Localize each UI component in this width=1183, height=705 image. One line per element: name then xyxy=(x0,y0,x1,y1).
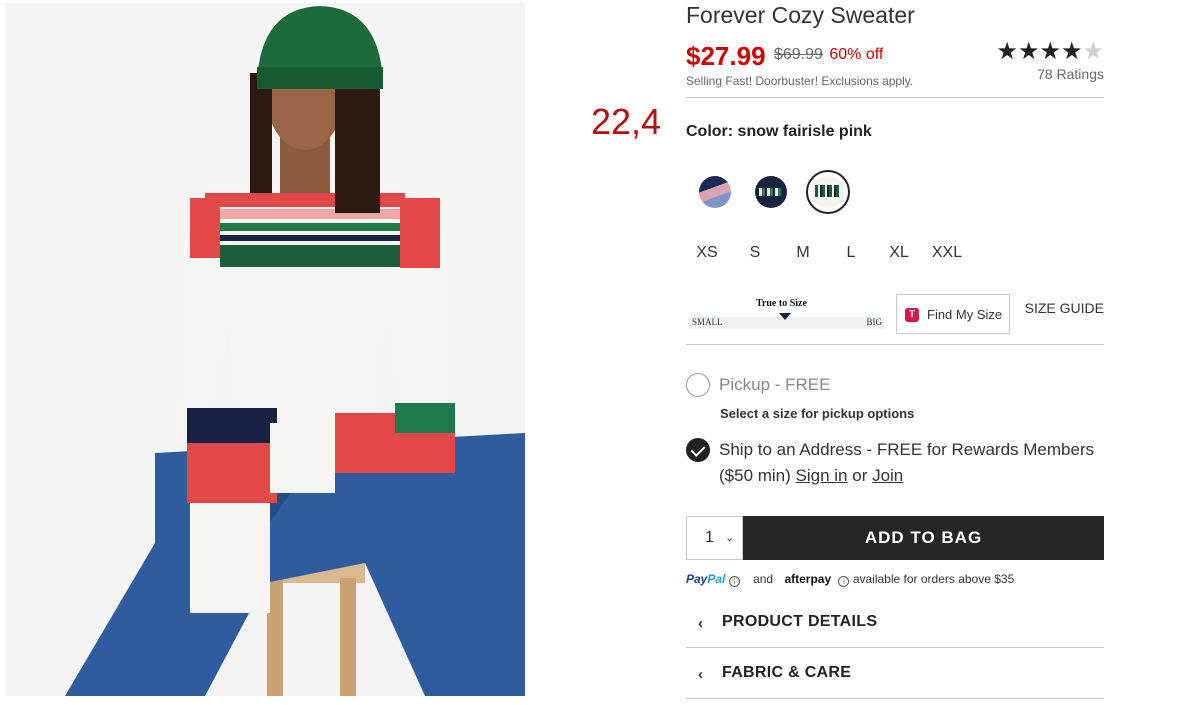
rating-count-link[interactable]: 78 Ratings xyxy=(996,66,1104,82)
quantity-select[interactable]: 1 ⌄ xyxy=(686,516,743,560)
payment-options: PayPal i and afterpay i available for or… xyxy=(686,572,1014,590)
color-swatch-navy-pink[interactable] xyxy=(699,176,731,208)
color-swatch-snow-fairisle[interactable] xyxy=(812,176,844,208)
true-fit-logo-icon: T xyxy=(905,308,919,322)
ship-or: or xyxy=(847,466,873,485)
fit-scale: True to Size SMALL BIG xyxy=(686,298,886,332)
info-icon[interactable]: i xyxy=(728,576,740,587)
pickup-label: Pickup - FREE xyxy=(719,375,831,394)
paypal-logo[interactable]: PayPal xyxy=(686,572,725,586)
pickup-radio[interactable] xyxy=(686,373,710,397)
paypal-logo-b: Pal xyxy=(707,572,726,586)
accordion-label: PRODUCT DETAILS xyxy=(722,613,878,630)
price-current: $27.99 xyxy=(686,41,766,71)
ship-to-address-label: Ship to an Address - FREE for Rewards Me… xyxy=(719,437,1099,489)
find-my-size-button[interactable]: T Find My Size xyxy=(896,294,1010,334)
ship-selected-check-icon[interactable] xyxy=(686,438,710,462)
fit-big-label: BIG xyxy=(866,317,883,327)
size-guide-link[interactable]: SIZE GUIDE xyxy=(1025,300,1104,316)
chevron-left-icon: ‹ xyxy=(698,666,703,683)
size-option-xl[interactable]: XL xyxy=(879,244,919,262)
model-sweater-illustration xyxy=(5,3,525,696)
size-selector: XS S M L XL XXL xyxy=(686,244,986,264)
chevron-down-icon: ⌄ xyxy=(725,532,735,544)
accordion-fabric-care[interactable]: ‹ FABRIC & CARE xyxy=(686,652,1104,692)
accordion-label: FABRIC & CARE xyxy=(722,664,852,681)
swatch-pattern xyxy=(759,188,783,196)
chevron-left-icon: ‹ xyxy=(698,615,703,632)
price-row: $27.99 $69.99 60% off xyxy=(686,41,883,72)
overlay-number: 22,4 xyxy=(591,101,662,142)
divider xyxy=(686,97,1104,98)
fit-small-label: SMALL xyxy=(692,317,723,327)
payment-and: and xyxy=(753,572,774,586)
join-link[interactable]: Join xyxy=(872,466,903,485)
paypal-logo-a: Pay xyxy=(686,572,708,586)
sign-in-link[interactable]: Sign in xyxy=(796,466,848,485)
size-option-m[interactable]: M xyxy=(783,244,823,262)
pickup-note: Select a size for pickup options xyxy=(720,406,915,421)
ship-label-start: Ship to an Address xyxy=(719,440,862,459)
color-swatch-navy-fairisle[interactable] xyxy=(755,176,787,208)
add-to-bag-button[interactable]: ADD TO BAG xyxy=(743,516,1104,560)
size-option-s[interactable]: S xyxy=(735,244,775,262)
fit-title: True to Size xyxy=(756,298,807,309)
afterpay-logo[interactable]: afterpay xyxy=(784,572,831,586)
quantity-value: 1 xyxy=(705,529,714,546)
color-label: Color: snow fairisle pink xyxy=(686,123,872,140)
divider xyxy=(686,344,1104,345)
stars-empty-icon: ★ xyxy=(1082,38,1104,65)
info-icon[interactable]: i xyxy=(838,576,850,587)
payment-note: available for orders above $35 xyxy=(852,572,1015,586)
fit-marker-icon xyxy=(779,313,791,320)
price-original: $69.99 xyxy=(773,46,823,63)
rating[interactable]: ★★★★★ 78 Ratings xyxy=(996,40,1104,83)
find-my-size-label: Find My Size xyxy=(927,307,1003,322)
accordion-product-details[interactable]: ‹ PRODUCT DETAILS xyxy=(686,601,1104,641)
divider xyxy=(686,647,1104,648)
size-option-xxl[interactable]: XXL xyxy=(927,244,967,262)
size-option-xs[interactable]: XS xyxy=(687,244,727,262)
stars-filled-icon: ★★★★ xyxy=(996,38,1083,65)
product-title: Forever Cozy Sweater xyxy=(686,2,915,28)
divider xyxy=(686,698,1104,699)
swatch-pattern xyxy=(815,185,841,197)
product-image[interactable] xyxy=(5,3,525,696)
selling-note: Selling Fast! Doorbuster! Exclusions app… xyxy=(686,74,914,88)
size-option-l[interactable]: L xyxy=(831,244,871,262)
price-discount: 60% off xyxy=(829,46,884,63)
star-rating: ★★★★★ xyxy=(996,40,1104,64)
